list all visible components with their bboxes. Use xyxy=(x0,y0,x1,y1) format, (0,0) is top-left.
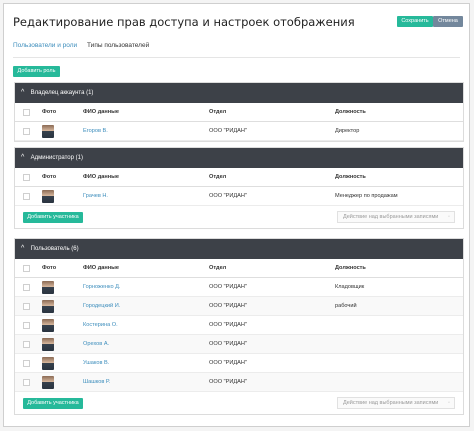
bulk-action-placeholder: Действие над выбранными записями xyxy=(343,400,439,406)
add-member-button[interactable]: Добавить участника xyxy=(23,398,83,409)
row-checkbox[interactable] xyxy=(23,193,30,200)
chevron-down-icon: ◦ xyxy=(448,214,450,220)
page-title: Редактирование прав доступа и настроек о… xyxy=(13,15,355,29)
group-header[interactable]: ^ Пользователь (6) xyxy=(15,239,463,259)
group-header[interactable]: ^ Владелец аккаунта (1) xyxy=(15,83,463,103)
table-row: Егоров В. ООО "РИДАН" Директор xyxy=(15,122,463,141)
table-row: Орехов А. ООО "РИДАН" xyxy=(15,335,463,354)
user-name-link[interactable]: Егоров В. xyxy=(83,122,108,141)
table-header-row: Фото ФИО данные Отдел Должность xyxy=(15,103,463,122)
chevron-up-icon: ^ xyxy=(21,245,25,252)
save-button[interactable]: Сохранить xyxy=(397,16,433,27)
group-owner: ^ Владелец аккаунта (1) Фото ФИО данные … xyxy=(14,82,464,142)
add-member-button[interactable]: Добавить участника xyxy=(23,212,83,223)
bulk-action-placeholder: Действие над выбранными записями xyxy=(343,214,439,220)
tabs: Пользователи и роли Типы пользователей xyxy=(13,42,157,49)
column-org: Отдел xyxy=(209,265,227,271)
row-checkbox[interactable] xyxy=(23,379,30,386)
table-header-row: Фото ФИО данные Отдел Должность xyxy=(15,168,463,187)
column-photo: Фото xyxy=(42,174,57,180)
avatar xyxy=(42,376,54,389)
select-all-checkbox[interactable] xyxy=(23,109,30,116)
user-name-link[interactable]: Городецкий И. xyxy=(83,297,120,316)
user-org: ООО "РИДАН" xyxy=(209,193,247,199)
avatar xyxy=(42,338,54,351)
table-row: Костерина О. ООО "РИДАН" xyxy=(15,316,463,335)
row-checkbox[interactable] xyxy=(23,360,30,367)
table-row: Горноженко Д. ООО "РИДАН" Кладовщик xyxy=(15,278,463,297)
column-photo: Фото xyxy=(42,109,57,115)
row-checkbox[interactable] xyxy=(23,303,30,310)
group-admin: ^ Администратор (1) Фото ФИО данные Отде… xyxy=(14,147,464,229)
user-role: Кладовщик xyxy=(335,284,365,290)
user-org: ООО "РИДАН" xyxy=(209,128,247,134)
avatar xyxy=(42,357,54,370)
user-org: ООО "РИДАН" xyxy=(209,360,247,366)
column-name: ФИО данные xyxy=(83,265,120,271)
column-role: Должность xyxy=(335,109,366,115)
column-role: Должность xyxy=(335,265,366,271)
user-org: ООО "РИДАН" xyxy=(209,379,247,385)
user-org: ООО "РИДАН" xyxy=(209,303,247,309)
column-photo: Фото xyxy=(42,265,57,271)
chevron-up-icon: ^ xyxy=(21,154,25,161)
table-row: Грачев Н. ООО "РИДАН" Менеджер по продаж… xyxy=(15,187,463,206)
column-role: Должность xyxy=(335,174,366,180)
row-checkbox[interactable] xyxy=(23,341,30,348)
chevron-down-icon: ◦ xyxy=(448,400,450,406)
user-name-link[interactable]: Шашков Р. xyxy=(83,373,110,392)
row-checkbox[interactable] xyxy=(23,284,30,291)
page-frame: Редактирование прав доступа и настроек о… xyxy=(3,3,470,427)
table-row: Ушаков В. ООО "РИДАН" xyxy=(15,354,463,373)
column-name: ФИО данные xyxy=(83,109,120,115)
user-role: Менеджер по продажам xyxy=(335,193,398,199)
user-org: ООО "РИДАН" xyxy=(209,341,247,347)
avatar xyxy=(42,319,54,332)
column-name: ФИО данные xyxy=(83,174,120,180)
avatar xyxy=(42,300,54,313)
group-header[interactable]: ^ Администратор (1) xyxy=(15,148,463,168)
table-row: Городецкий И. ООО "РИДАН" рабочий xyxy=(15,297,463,316)
user-role: рабочий xyxy=(335,303,357,309)
avatar xyxy=(42,125,54,138)
group-title: Пользователь (6) xyxy=(30,246,79,252)
user-org: ООО "РИДАН" xyxy=(209,322,247,328)
add-role-button[interactable]: Добавить роль xyxy=(13,66,60,77)
user-role: Директор xyxy=(335,128,360,134)
user-name-link[interactable]: Ушаков В. xyxy=(83,354,109,373)
group-title: Администратор (1) xyxy=(30,155,83,161)
row-checkbox[interactable] xyxy=(23,128,30,135)
user-org: ООО "РИДАН" xyxy=(209,284,247,290)
column-org: Отдел xyxy=(209,109,227,115)
table-header-row: Фото ФИО данные Отдел Должность xyxy=(15,259,463,278)
user-name-link[interactable]: Горноженко Д. xyxy=(83,278,120,297)
user-name-link[interactable]: Костерина О. xyxy=(83,316,118,335)
avatar xyxy=(42,190,54,203)
select-all-checkbox[interactable] xyxy=(23,174,30,181)
group-users: ^ Пользователь (6) Фото ФИО данные Отдел… xyxy=(14,238,464,415)
tab-users-roles[interactable]: Пользователи и роли xyxy=(13,42,77,49)
group-title: Владелец аккаунта (1) xyxy=(30,90,94,96)
cancel-button[interactable]: Отмена xyxy=(433,16,463,27)
tab-user-types[interactable]: Типы пользователей xyxy=(87,42,149,49)
tabs-divider xyxy=(13,57,460,58)
avatar xyxy=(42,281,54,294)
user-name-link[interactable]: Орехов А. xyxy=(83,335,109,354)
user-name-link[interactable]: Грачев Н. xyxy=(83,187,108,206)
column-org: Отдел xyxy=(209,174,227,180)
group-footer: Добавить участника Действие над выбранны… xyxy=(15,206,463,228)
table-row: Шашков Р. ООО "РИДАН" xyxy=(15,373,463,392)
select-all-checkbox[interactable] xyxy=(23,265,30,272)
chevron-up-icon: ^ xyxy=(21,89,25,96)
row-checkbox[interactable] xyxy=(23,322,30,329)
bulk-action-select[interactable]: Действие над выбранными записями ◦ xyxy=(337,397,455,409)
bulk-action-select[interactable]: Действие над выбранными записями ◦ xyxy=(337,211,455,223)
group-footer: Добавить участника Действие над выбранны… xyxy=(15,392,463,414)
